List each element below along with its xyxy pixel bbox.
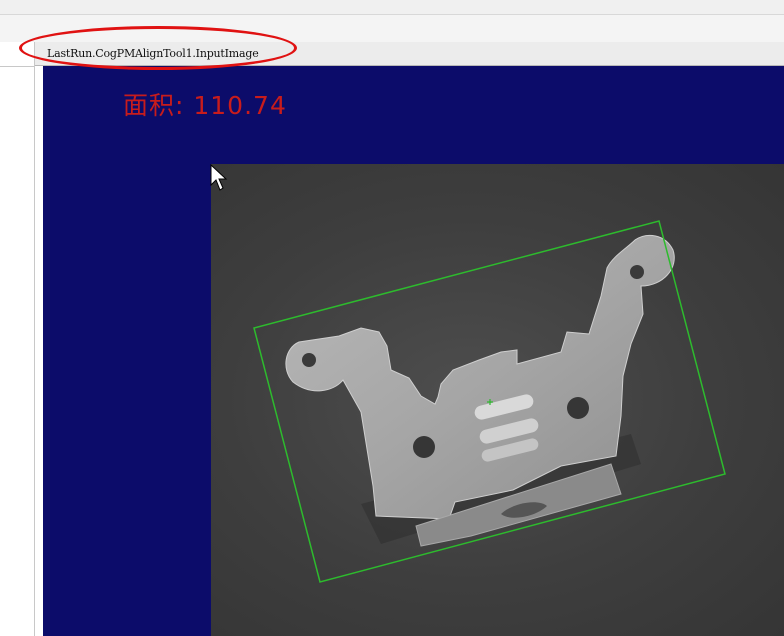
- left-tool-panel: [0, 42, 35, 636]
- mouse-pointer-icon: [210, 164, 228, 191]
- bracket-hole-left: [302, 353, 316, 367]
- bracket-hole-right: [630, 265, 644, 279]
- camera-input-image: [211, 164, 784, 636]
- image-display-canvas[interactable]: 面积: 110.74: [43, 66, 784, 636]
- bracket-hole-mid-left: [413, 436, 435, 458]
- top-window-strip: [0, 0, 784, 15]
- bracket-hole-mid-right: [567, 397, 589, 419]
- red-annotation-circle: [19, 26, 297, 70]
- bracket-body: [285, 234, 675, 520]
- area-result-label: 面积: 110.74: [123, 91, 287, 120]
- part-image-svg: [253, 220, 726, 583]
